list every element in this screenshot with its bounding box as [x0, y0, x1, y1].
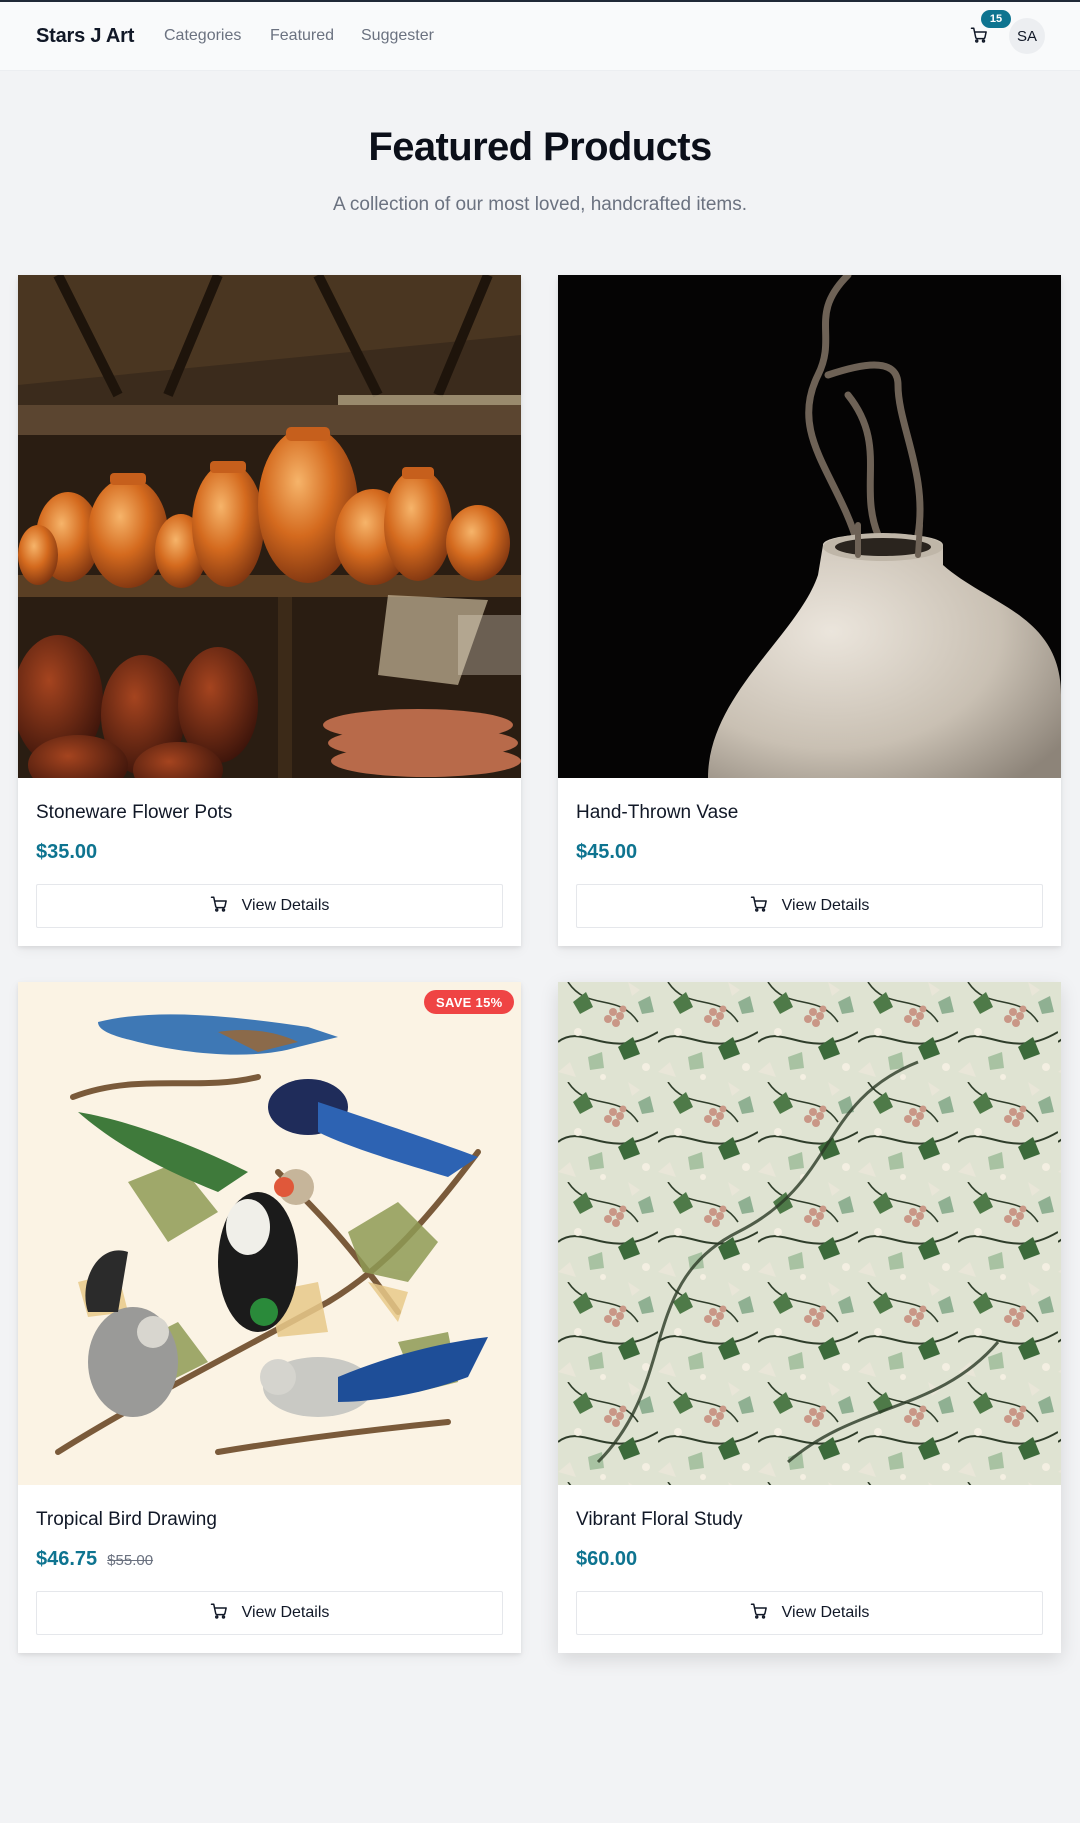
sale-badge: SAVE 15% — [424, 990, 515, 1014]
price-row: $35.00 — [36, 841, 97, 864]
brand-logo[interactable]: Stars J Art — [36, 25, 134, 48]
price-row: $60.00 — [576, 1548, 637, 1571]
cart-icon — [750, 1602, 768, 1625]
cart-icon — [750, 895, 768, 918]
product-card[interactable]: Vibrant Floral Study $60.00 View Details — [558, 982, 1061, 1653]
product-card[interactable]: Hand-Thrown Vase $45.00 View Details — [558, 275, 1061, 946]
product-image[interactable] — [558, 982, 1061, 1485]
cart-icon — [970, 26, 988, 49]
cart-icon — [210, 895, 228, 918]
product-name[interactable]: Stoneware Flower Pots — [36, 802, 232, 824]
original-price: $55.00 — [107, 1552, 154, 1569]
view-details-label: View Details — [241, 1604, 330, 1621]
nav-categories[interactable]: Categories — [164, 27, 241, 45]
view-details-label: View Details — [781, 1604, 870, 1621]
product-name[interactable]: Hand-Thrown Vase — [576, 802, 738, 824]
product-image[interactable] — [558, 275, 1061, 778]
view-details-label: View Details — [781, 897, 870, 914]
product-price: $60.00 — [576, 1548, 638, 1570]
view-details-label: View Details — [241, 897, 330, 914]
view-details-button[interactable]: View Details — [36, 1591, 503, 1635]
product-price: $46.75 — [36, 1548, 98, 1570]
page-title: Featured Products — [368, 125, 712, 169]
product-card[interactable]: Stoneware Flower Pots $35.00 View Detail… — [18, 275, 521, 946]
nav-suggester[interactable]: Suggester — [361, 27, 434, 45]
page-subtitle: A collection of our most loved, handcraf… — [333, 194, 747, 215]
cart-count-badge: 15 — [981, 10, 1011, 28]
cart-icon — [210, 1602, 228, 1625]
product-card[interactable]: SAVE 15% Tropical Bird Drawing $46.75 $5… — [18, 982, 521, 1653]
product-name[interactable]: Vibrant Floral Study — [576, 1509, 743, 1531]
product-image[interactable] — [18, 275, 521, 778]
view-details-button[interactable]: View Details — [576, 884, 1043, 928]
user-avatar[interactable]: SA — [1009, 18, 1045, 54]
price-row: $46.75 $55.00 — [36, 1548, 153, 1571]
site-header: Stars J Art Categories Featured Suggeste… — [0, 2, 1080, 71]
nav-featured[interactable]: Featured — [270, 27, 334, 45]
product-name[interactable]: Tropical Bird Drawing — [36, 1509, 217, 1531]
product-price: $35.00 — [36, 841, 98, 863]
product-image[interactable] — [18, 982, 521, 1485]
view-details-button[interactable]: View Details — [576, 1591, 1043, 1635]
price-row: $45.00 — [576, 841, 637, 864]
view-details-button[interactable]: View Details — [36, 884, 503, 928]
product-price: $45.00 — [576, 841, 638, 863]
